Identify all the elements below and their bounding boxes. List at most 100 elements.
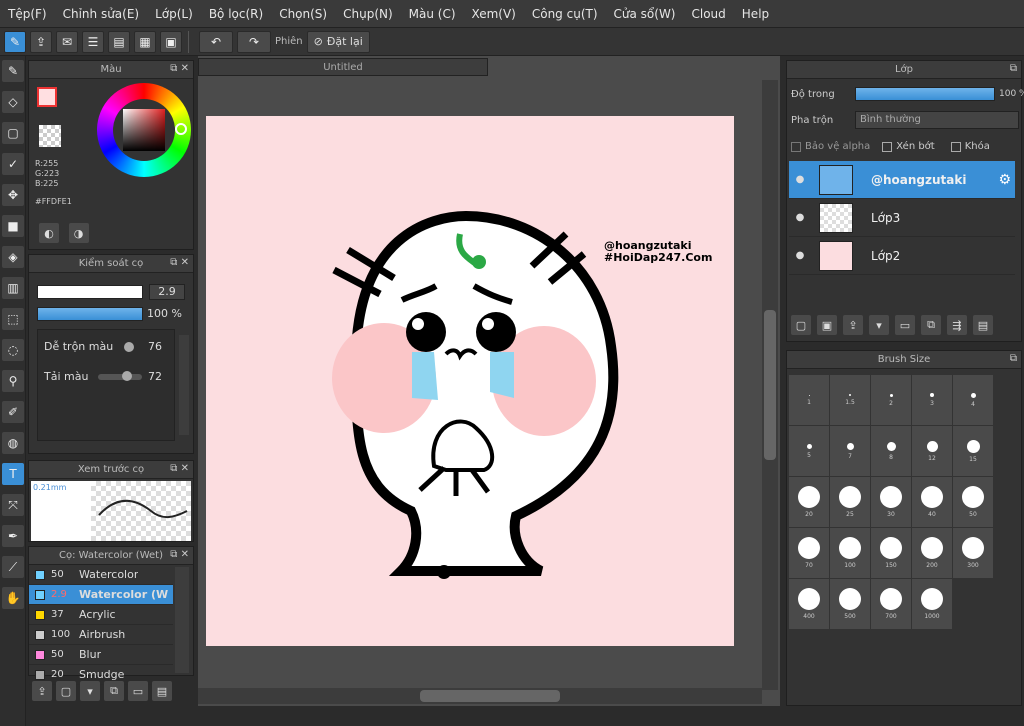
canvas-vscroll-thumb[interactable] <box>764 310 776 460</box>
eraser-tool-icon[interactable]: ◇ <box>2 91 24 113</box>
reset-button[interactable]: ⊘ Đặt lại <box>306 30 370 53</box>
export-icon[interactable]: ⇪ <box>30 30 52 53</box>
brush-size-cell[interactable]: 3 <box>912 375 952 425</box>
brush-size-cell[interactable]: 2 <box>871 375 911 425</box>
upload-icon[interactable]: ⇪ <box>32 681 52 701</box>
palette-icon[interactable]: ◐ <box>39 223 59 243</box>
brush-size-cell[interactable]: 7 <box>830 426 870 476</box>
brush-size-cell[interactable]: 15 <box>953 426 993 476</box>
redo-button[interactable]: ↷ <box>237 30 271 53</box>
brush-size-cell[interactable]: 200 <box>912 528 952 578</box>
brush-menu-icon[interactable]: ▾ <box>80 681 100 701</box>
text-tool-icon[interactable]: T <box>2 463 24 485</box>
menu-item[interactable]: Xem(V) <box>464 7 524 21</box>
menu-item[interactable]: Tệp(F) <box>0 7 55 21</box>
brush-size-cell[interactable]: 1.5 <box>830 375 870 425</box>
brush-size-slider[interactable] <box>37 285 143 299</box>
eyedropper-tool-icon[interactable]: ✒ <box>2 525 24 547</box>
brush-size-cell[interactable]: 1 <box>789 375 829 425</box>
brush-size-value[interactable]: 2.9 <box>149 284 185 300</box>
brush-size-cell[interactable]: 300 <box>953 528 993 578</box>
menu-item[interactable]: Chọn(S) <box>271 7 335 21</box>
load-slider-handle[interactable] <box>122 371 132 381</box>
new-brush-icon[interactable]: ▢ <box>56 681 76 701</box>
menu-item[interactable]: Cloud <box>684 7 734 21</box>
canvas-horizontal-scrollbar[interactable] <box>198 688 762 704</box>
rect-tool-icon[interactable]: ▢ <box>2 122 24 144</box>
layer-row[interactable]: ● Lớp2 <box>789 237 1015 275</box>
undo-button[interactable]: ↶ <box>199 30 233 53</box>
layer-row[interactable]: ● @hoangzutaki ⚙ <box>789 161 1015 199</box>
delete-layer-icon[interactable]: ▤ <box>973 315 993 335</box>
clip-checkbox[interactable] <box>882 141 893 152</box>
panel-close-icon[interactable]: ⧉ ✕ <box>170 257 189 268</box>
folder-icon[interactable]: ▭ <box>128 681 148 701</box>
panel-close-icon[interactable]: ⧉ ✕ <box>170 463 189 474</box>
chat-icon[interactable]: ✉ <box>56 30 78 53</box>
brush-list-item[interactable]: 50 Watercolor <box>29 565 173 585</box>
menu-item[interactable]: Help <box>734 7 777 21</box>
brush-size-cell[interactable]: 50 <box>953 477 993 527</box>
layer-settings-gear-icon[interactable]: ⚙ <box>998 172 1011 188</box>
new-layer-icon[interactable]: ▢ <box>791 315 811 335</box>
document-tab[interactable]: Untitled <box>198 58 488 76</box>
panel-float-icon[interactable]: ⧉ <box>1010 63 1017 74</box>
panel-float-icon[interactable]: ⧉ <box>1010 353 1017 364</box>
brush-size-cell[interactable]: 40 <box>912 477 952 527</box>
layer-row[interactable]: ● Lớp3 <box>789 199 1015 237</box>
wand-tool-icon[interactable]: ⚲ <box>2 370 24 392</box>
blend-slider-handle[interactable] <box>124 342 134 352</box>
lasso-tool-icon[interactable]: ◌ <box>2 339 24 361</box>
canvas-hscroll-thumb[interactable] <box>420 690 560 702</box>
load-slider-track[interactable] <box>98 374 142 380</box>
brush-size-cell[interactable]: 100 <box>830 528 870 578</box>
menu-item[interactable]: Màu (C) <box>401 7 464 21</box>
select-eraser-tool-icon[interactable]: ◍ <box>2 432 24 454</box>
brush-opacity-slider[interactable] <box>37 307 143 321</box>
bucket-tool-icon[interactable]: ◈ <box>2 246 24 268</box>
check-tool-icon[interactable]: ✓ <box>2 153 24 175</box>
protect-alpha-checkbox[interactable] <box>791 141 801 152</box>
transparent-swatch[interactable] <box>39 125 61 147</box>
brush-size-cell[interactable]: 500 <box>830 579 870 629</box>
brush-size-cell[interactable]: 25 <box>830 477 870 527</box>
visibility-icon[interactable]: ● <box>793 174 807 185</box>
copy-layer-icon[interactable]: ⇪ <box>843 315 863 335</box>
brush-size-cell[interactable]: 4 <box>953 375 993 425</box>
canvas-vertical-scrollbar[interactable] <box>762 80 778 690</box>
fill-rect-tool-icon[interactable]: ■ <box>2 215 24 237</box>
layer-menu-icon[interactable]: ▾ <box>869 315 889 335</box>
brush-tool-icon[interactable]: ✎ <box>2 60 24 82</box>
brush-list-item[interactable]: 2.9 Watercolor (W <box>29 585 173 605</box>
brush-list-item[interactable]: 50 Blur <box>29 645 173 665</box>
brush-size-cell[interactable]: 8 <box>871 426 911 476</box>
brush-size-cell[interactable]: 20 <box>789 477 829 527</box>
menu-item[interactable]: Chụp(N) <box>335 7 401 21</box>
layer-folder-icon[interactable]: ▭ <box>895 315 915 335</box>
saturation-square[interactable] <box>123 109 165 151</box>
menu-item[interactable]: Cửa sổ(W) <box>606 7 684 21</box>
brush-list-item[interactable]: 100 Airbrush <box>29 625 173 645</box>
move-tool-icon[interactable]: ✥ <box>2 184 24 206</box>
ruler-tool-icon[interactable]: ⟋ <box>2 556 24 578</box>
layer-transfer-icon[interactable]: ⇶ <box>947 315 967 335</box>
visibility-icon[interactable]: ● <box>793 212 807 223</box>
layout-icon[interactable]: ▣ <box>160 30 182 53</box>
delete-brush-icon[interactable]: ▤ <box>152 681 172 701</box>
menu-item[interactable]: Chỉnh sửa(E) <box>55 7 148 21</box>
layer-blend-select[interactable]: Bình thường <box>855 111 1019 129</box>
comment-icon[interactable]: ☰ <box>82 30 104 53</box>
hue-handle[interactable] <box>175 123 187 135</box>
select-rect-tool-icon[interactable]: ⬚ <box>2 308 24 330</box>
brush-size-cell[interactable]: 5 <box>789 426 829 476</box>
new-layer-alt-icon[interactable]: ▣ <box>817 315 837 335</box>
brush-mode-icon[interactable]: ✎ <box>4 30 26 53</box>
layer-opacity-slider[interactable] <box>855 87 995 101</box>
primary-color-swatch[interactable] <box>37 87 57 107</box>
brush-list-scrollbar[interactable] <box>175 567 189 673</box>
transform-tool-icon[interactable]: ⤧ <box>2 494 24 516</box>
merge-layer-icon[interactable]: ⧉ <box>921 315 941 335</box>
panel-close-icon[interactable]: ⧉ ✕ <box>170 549 189 560</box>
menu-item[interactable]: Công cụ(T) <box>524 7 606 21</box>
visibility-icon[interactable]: ● <box>793 250 807 261</box>
